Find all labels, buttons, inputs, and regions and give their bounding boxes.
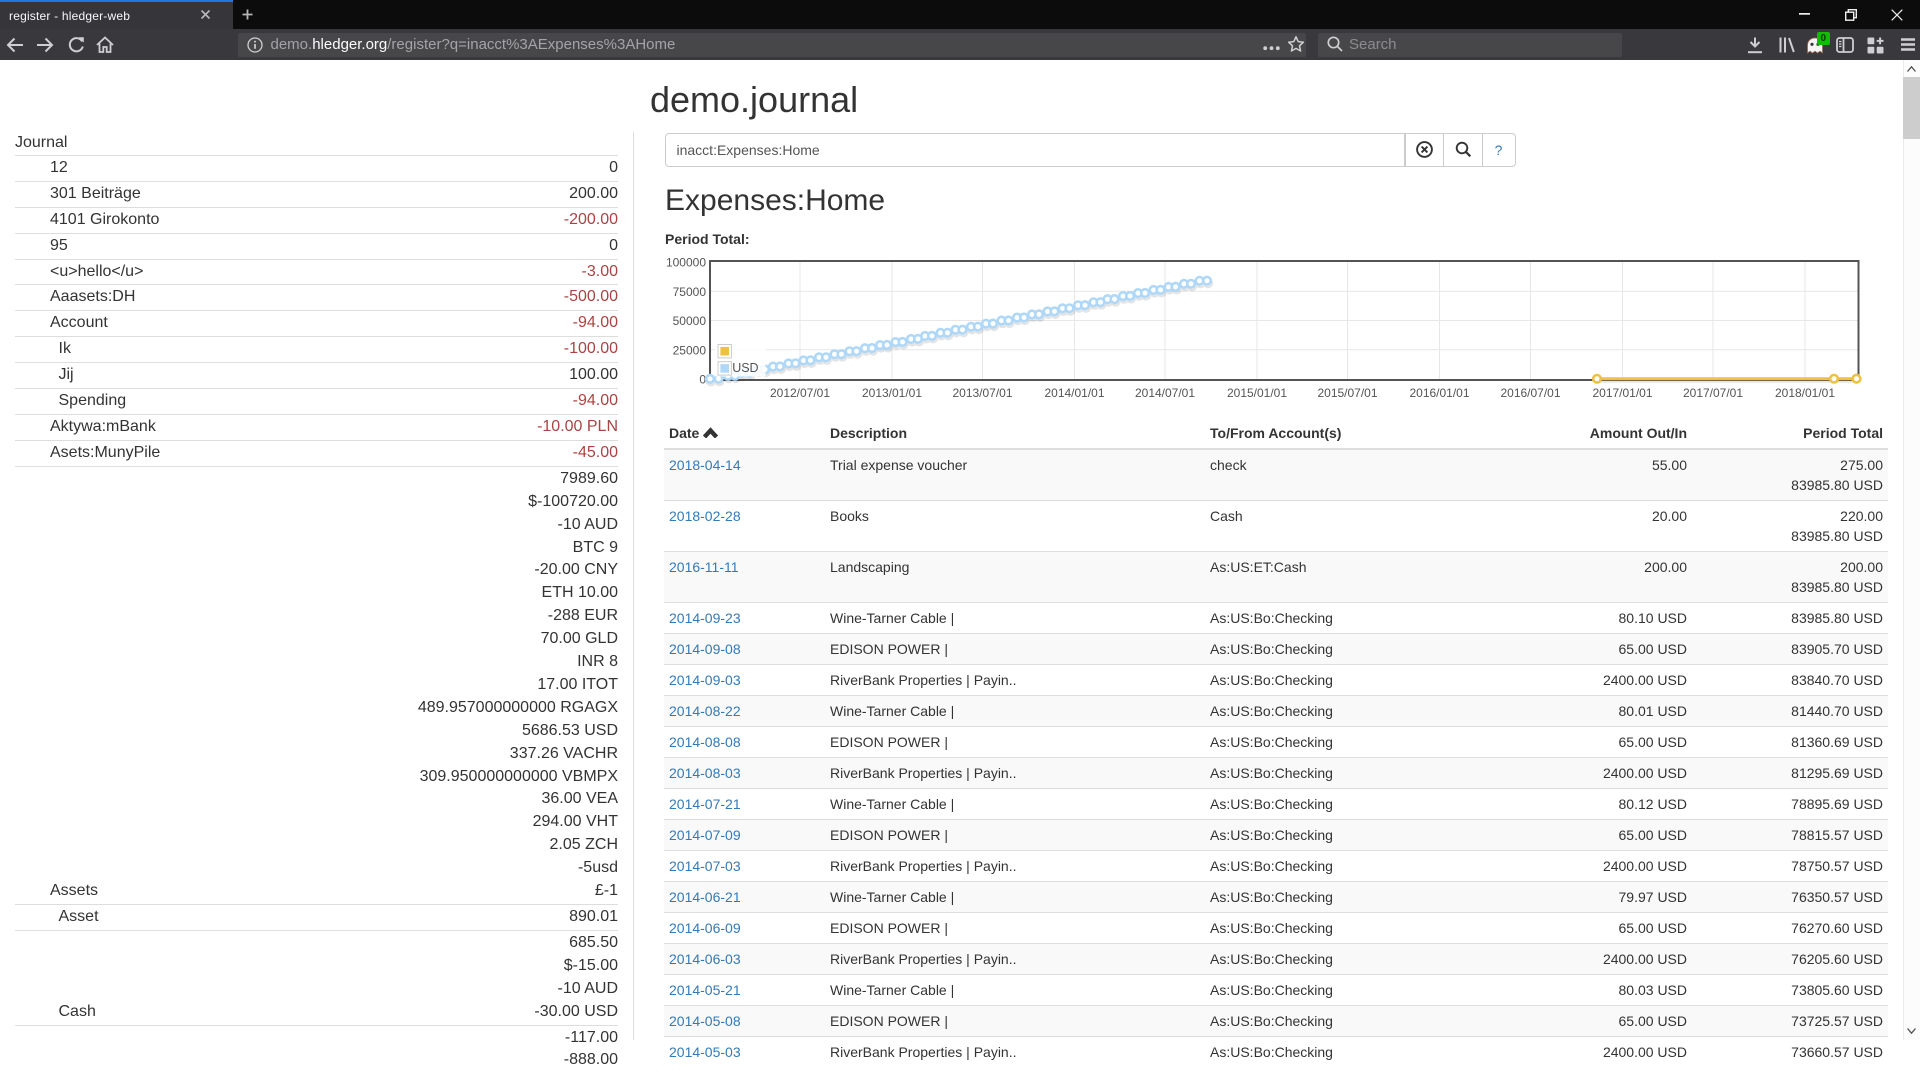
svg-text:2014/07/01: 2014/07/01 [1135, 386, 1195, 400]
svg-text:2016/07/01: 2016/07/01 [1500, 386, 1560, 400]
svg-text:2015/01/01: 2015/01/01 [1227, 386, 1287, 400]
svg-text:2016/01/01: 2016/01/01 [1409, 386, 1469, 400]
svg-text:2015/07/01: 2015/07/01 [1317, 386, 1377, 400]
svg-text:2017/01/01: 2017/01/01 [1592, 386, 1652, 400]
svg-text:50000: 50000 [673, 314, 707, 328]
svg-text:2018/01/01: 2018/01/01 [1775, 386, 1835, 400]
svg-text:USD: USD [732, 361, 758, 375]
svg-text:100000: 100000 [666, 256, 706, 270]
svg-text:2013/07/01: 2013/07/01 [952, 386, 1012, 400]
svg-text:2013/01/01: 2013/01/01 [862, 386, 922, 400]
svg-text:2014/01/01: 2014/01/01 [1044, 386, 1104, 400]
svg-text:25000: 25000 [673, 343, 707, 357]
svg-text:2012/07/01: 2012/07/01 [770, 386, 830, 400]
svg-text:2017/07/01: 2017/07/01 [1683, 386, 1743, 400]
svg-text:75000: 75000 [673, 285, 707, 299]
